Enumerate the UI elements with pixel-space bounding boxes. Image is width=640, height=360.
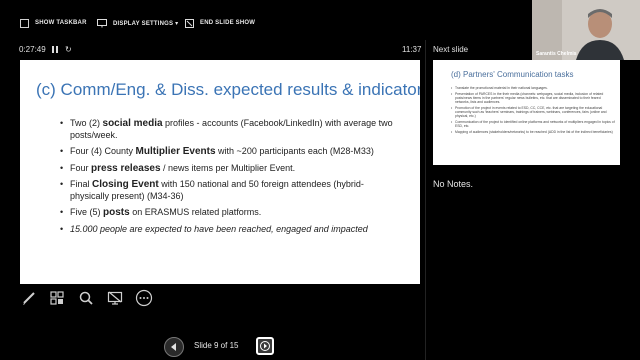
bullet-social-media: Two (2) social media profiles - accounts… bbox=[60, 118, 400, 141]
slide-bullets: Two (2) social media profiles - accounts… bbox=[60, 118, 400, 240]
show-taskbar-button[interactable]: SHOW TASKBAR bbox=[20, 17, 87, 29]
taskbar-icon bbox=[20, 18, 29, 28]
pen-tool-button[interactable] bbox=[20, 289, 38, 307]
bullet-press-releases: Four press releases / news items per Mul… bbox=[60, 163, 400, 175]
speaker-notes[interactable]: No Notes. bbox=[433, 179, 473, 189]
end-show-icon bbox=[185, 18, 194, 28]
more-options-button[interactable] bbox=[135, 289, 153, 307]
next-slide-bullet: Mapping of audiences (stakeholders/netwo… bbox=[451, 130, 616, 134]
next-slide-bullet: Translate the promotional material in th… bbox=[451, 86, 616, 90]
display-settings-label: DISPLAY SETTINGS ▾ bbox=[113, 20, 179, 27]
pane-divider[interactable] bbox=[425, 40, 426, 360]
chevron-right-icon bbox=[260, 341, 270, 351]
zoom-button[interactable] bbox=[77, 289, 95, 307]
camera-toggle-icon bbox=[107, 291, 123, 305]
end-slide-show-label: END SLIDE SHOW bbox=[200, 20, 256, 26]
next-slide-bullet: Promotion of the project in events relat… bbox=[451, 106, 616, 119]
next-slide-preview[interactable]: (d) Partners' Communication tasks Transl… bbox=[433, 60, 620, 165]
next-slide-button[interactable] bbox=[256, 337, 274, 355]
pen-tool-icon bbox=[23, 292, 35, 305]
current-slide[interactable]: (c) Comm/Eng. & Diss. expected results &… bbox=[20, 60, 420, 284]
elapsed-timer: 0:27:49 bbox=[19, 45, 46, 54]
camera-toggle-button[interactable] bbox=[106, 289, 124, 307]
next-slide-bullets: Translate the promotional material in th… bbox=[451, 86, 616, 136]
see-all-slides-button[interactable] bbox=[48, 289, 66, 307]
slide-counter: Slide 9 of 15 bbox=[194, 341, 239, 350]
bullet-multiplier-events: Four (4) County Multiplier Events with ~… bbox=[60, 146, 400, 158]
previous-slide-button[interactable] bbox=[164, 337, 184, 357]
pause-timer-icon[interactable] bbox=[52, 46, 58, 53]
next-slide-bullet: Communication of the project to identifi… bbox=[451, 120, 616, 128]
current-time: 11:37 bbox=[402, 45, 422, 54]
see-all-slides-icon bbox=[50, 291, 64, 305]
display-settings-button[interactable]: DISPLAY SETTINGS ▾ bbox=[97, 17, 178, 29]
chevron-left-icon bbox=[171, 343, 176, 351]
display-settings-icon bbox=[97, 18, 107, 27]
slide-title: (c) Comm/Eng. & Diss. expected results &… bbox=[36, 80, 420, 99]
show-taskbar-label: SHOW TASKBAR bbox=[35, 20, 87, 26]
more-options-icon bbox=[135, 289, 153, 307]
participant-name: Sarantis Chelmis bbox=[536, 51, 577, 57]
zoom-icon bbox=[79, 291, 93, 305]
next-slide-label: Next slide bbox=[433, 45, 469, 54]
bullet-closing-event: Final Closing Event with 150 national an… bbox=[60, 179, 400, 202]
end-slide-show-button[interactable]: END SLIDE SHOW bbox=[185, 17, 255, 29]
bullet-posts: Five (5) posts on ERASMUS related platfo… bbox=[60, 207, 400, 219]
bullet-reach: 15.000 people are expected to have been … bbox=[60, 224, 400, 236]
next-slide-bullet: Presentation of PARCES in the their medi… bbox=[451, 92, 616, 105]
reset-timer-icon[interactable]: ↻ bbox=[65, 45, 72, 54]
next-slide-title: (d) Partners' Communication tasks bbox=[451, 70, 574, 79]
